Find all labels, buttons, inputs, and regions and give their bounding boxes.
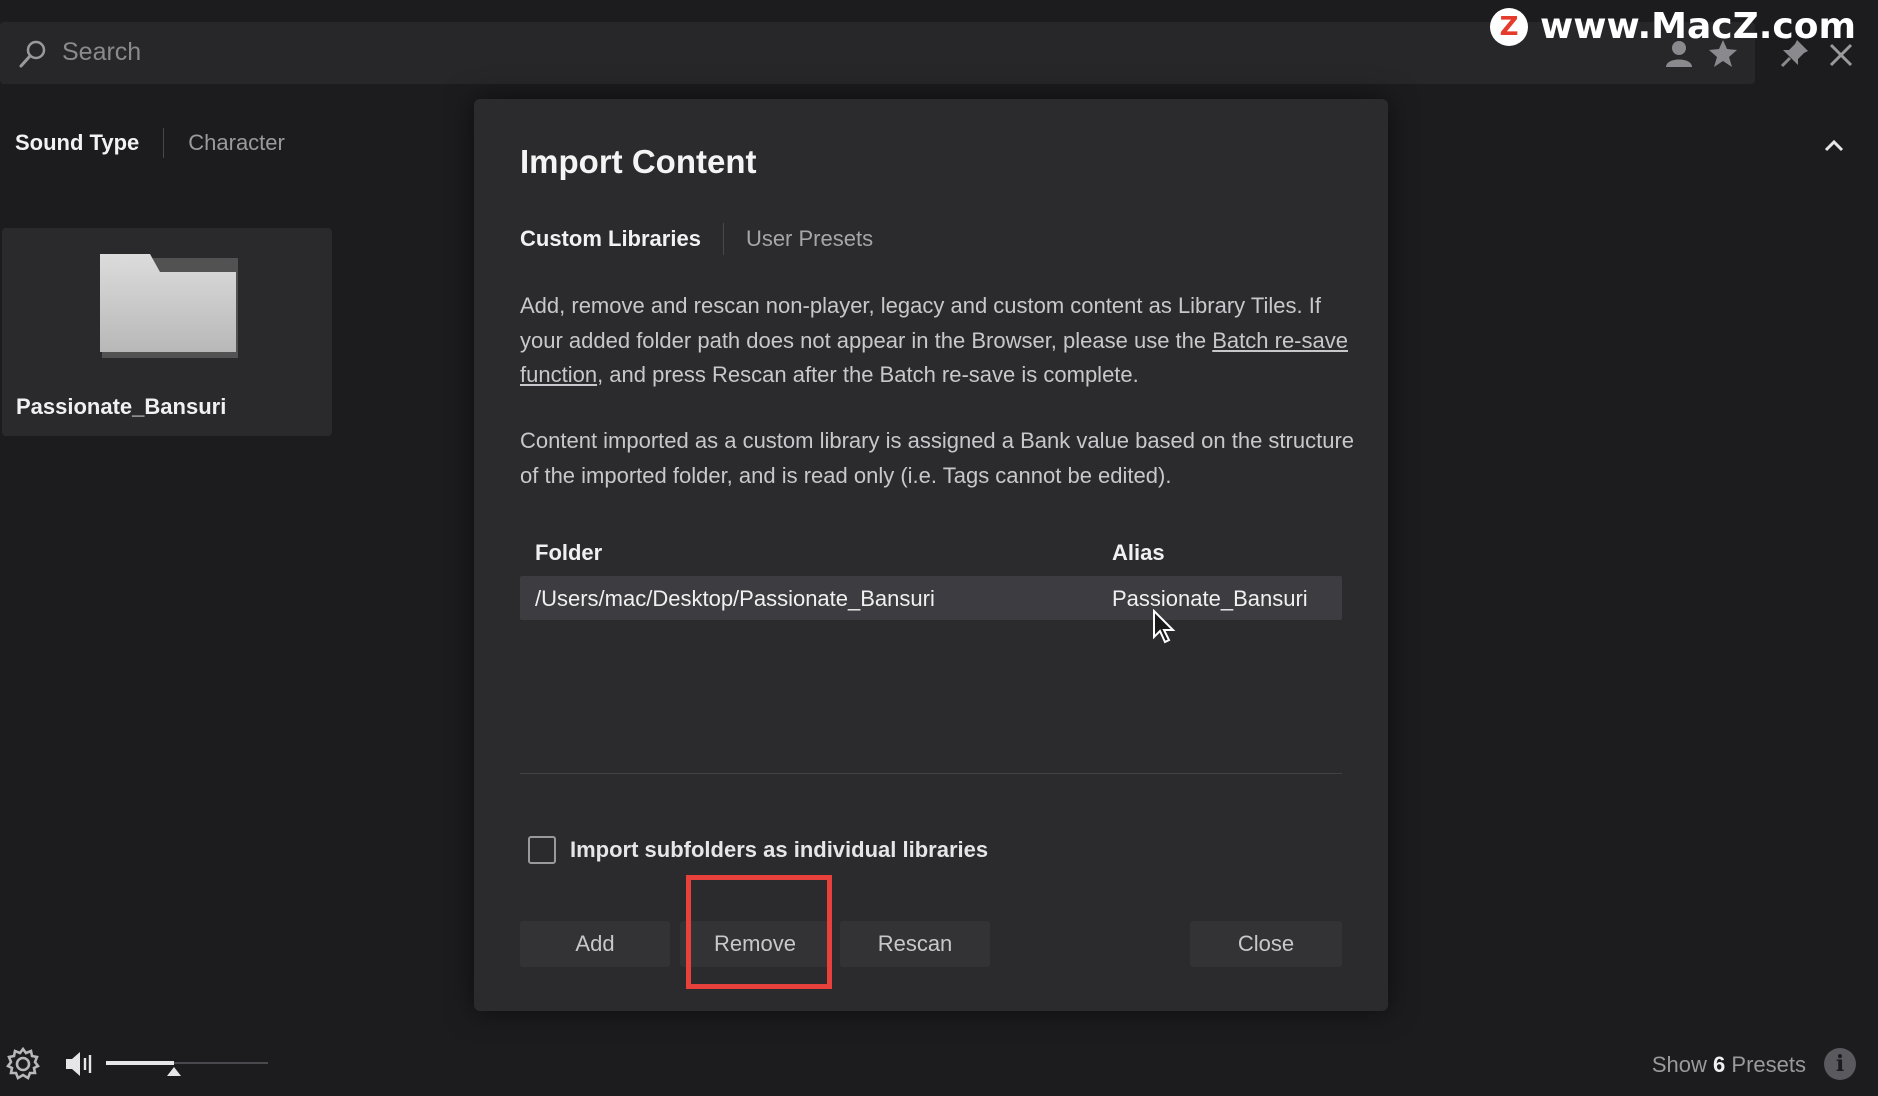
add-button[interactable]: Add	[520, 921, 670, 967]
slider-thumb[interactable]	[167, 1067, 181, 1076]
import-subfolders-label: Import subfolders as individual librarie…	[570, 837, 989, 862]
tab-divider	[722, 223, 724, 255]
presets-suffix: Presets	[1731, 1052, 1806, 1077]
slider-fill	[106, 1061, 174, 1065]
library-tile[interactable]: Passionate_Bansuri	[2, 228, 332, 436]
description-text: , and press Rescan after the Batch re-sa…	[597, 362, 1139, 387]
rescan-button[interactable]: Rescan	[840, 921, 990, 967]
column-header-folder[interactable]: Folder	[535, 540, 602, 566]
chevron-up-icon[interactable]	[1822, 134, 1846, 158]
alias-cell[interactable]: Passionate_Bansuri	[1112, 586, 1308, 612]
column-header-alias[interactable]: Alias	[1112, 540, 1165, 566]
description-paragraph-1: Add, remove and rescan non-player, legac…	[520, 289, 1360, 393]
tab-character[interactable]: Character	[188, 130, 285, 156]
filter-tabs: Sound Type Character	[15, 128, 285, 158]
remove-highlight-box	[686, 875, 832, 989]
table-row[interactable]: /Users/mac/Desktop/Passionate_Bansuri Pa…	[520, 576, 1342, 620]
watermark: Z www.MacZ.com	[1490, 6, 1856, 47]
tab-sound-type[interactable]: Sound Type	[15, 130, 139, 156]
library-tile-label: Passionate_Bansuri	[16, 394, 227, 419]
tab-divider	[163, 128, 165, 158]
mouse-cursor-icon	[1153, 609, 1176, 644]
folder-icon	[100, 254, 238, 358]
gear-icon[interactable]	[6, 1047, 40, 1081]
tab-custom-libraries[interactable]: Custom Libraries	[520, 226, 701, 252]
watermark-text: www.MacZ.com	[1540, 6, 1856, 47]
close-button[interactable]: Close	[1190, 921, 1342, 967]
watermark-logo: Z	[1490, 7, 1529, 46]
description-paragraph-2: Content imported as a custom library is …	[520, 428, 1355, 488]
dialog-title: Import Content	[520, 143, 757, 180]
import-subfolders-option[interactable]: Import subfolders as individual librarie…	[528, 836, 988, 864]
divider	[520, 773, 1342, 774]
table-header: Folder Alias	[520, 532, 1342, 572]
show-presets-count[interactable]: Show 6 Presets	[1652, 1052, 1806, 1078]
presets-count: 6	[1713, 1052, 1726, 1077]
volume-slider[interactable]	[106, 1056, 268, 1076]
info-icon[interactable]: i	[1824, 1048, 1856, 1080]
tab-user-presets[interactable]: User Presets	[746, 226, 873, 252]
import-content-dialog: Import Content Custom Libraries User Pre…	[474, 99, 1388, 1011]
folder-path-cell: /Users/mac/Desktop/Passionate_Bansuri	[535, 586, 935, 611]
search-icon	[19, 40, 46, 68]
dialog-tabs: Custom Libraries User Presets	[520, 223, 873, 255]
speaker-icon[interactable]	[64, 1050, 94, 1078]
description-text: Add, remove and rescan non-player, legac…	[520, 293, 1321, 353]
search-input[interactable]: Search	[62, 38, 141, 67]
presets-prefix: Show	[1651, 1052, 1707, 1077]
import-subfolders-checkbox[interactable]	[528, 836, 556, 864]
